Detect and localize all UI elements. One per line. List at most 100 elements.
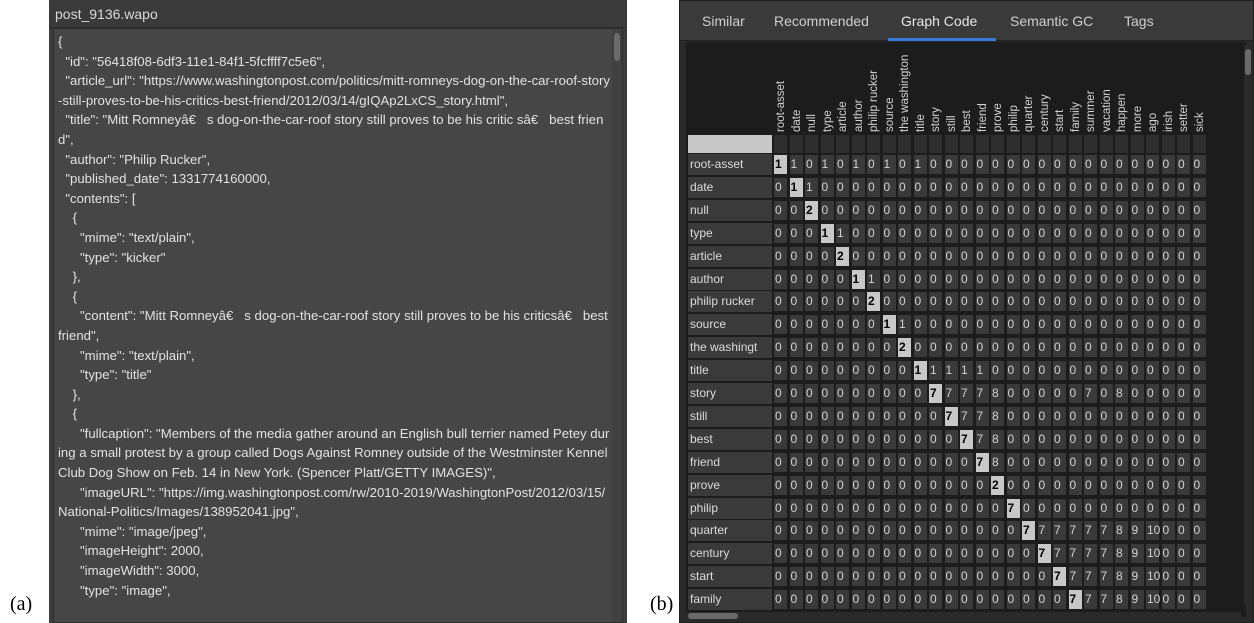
matrix-cell[interactable]: 0 [805,406,818,426]
matrix-cell[interactable]: 0 [975,155,989,174]
matrix-cell[interactable]: 0 [774,567,787,587]
matrix-cell[interactable]: 0 [960,452,973,472]
matrix-cell[interactable]: 0 [960,177,973,197]
matrix-cell[interactable]: 7 [960,384,973,403]
matrix-cell[interactable]: 0 [1022,200,1035,220]
matrix-cell[interactable]: 0 [1006,315,1020,335]
matrix-cell[interactable]: 0 [820,498,834,518]
matrix-cell[interactable]: 0 [944,590,958,610]
matrix-cell[interactable]: 0 [898,269,911,289]
matrix-cell[interactable]: 0 [975,475,989,495]
tab-graph-code[interactable]: Graph Code [901,1,977,41]
matrix-cell[interactable]: 0 [898,498,911,518]
matrix-cell[interactable]: 7 [944,406,958,426]
matrix-cell[interactable]: 0 [882,177,896,197]
matrix-cell[interactable]: 0 [991,544,1004,564]
matrix-cell[interactable]: 0 [898,292,911,312]
matrix-cell[interactable]: 0 [1192,590,1206,610]
matrix-cell[interactable]: 7 [975,406,989,426]
matrix-cell[interactable]: 0 [1130,246,1144,266]
matrix-cell[interactable]: 0 [789,567,803,587]
matrix-horizontal-scrollbar-thumb[interactable] [688,613,738,619]
matrix-cell[interactable]: 0 [1161,475,1175,495]
matrix-cell[interactable]: 0 [882,338,896,358]
matrix-cell[interactable]: 0 [991,498,1004,518]
matrix-cell[interactable]: 0 [789,452,803,472]
matrix-cell[interactable]: 7 [1022,521,1035,541]
matrix-cell[interactable]: 0 [1006,475,1020,495]
matrix-cell[interactable]: 0 [1084,200,1097,220]
matrix-cell[interactable]: 0 [991,521,1004,541]
matrix-cell[interactable]: 0 [1146,200,1159,220]
matrix-cell[interactable]: 0 [1006,338,1020,358]
matrix-cell[interactable]: 0 [1146,177,1159,197]
row-label[interactable]: start [688,566,772,588]
matrix-cell[interactable]: 8 [1115,521,1128,541]
matrix-cell[interactable]: 0 [1084,246,1097,266]
matrix-cell[interactable]: 0 [1053,429,1066,449]
matrix-cell[interactable]: 0 [1022,590,1035,610]
matrix-cell[interactable]: 0 [975,315,989,335]
matrix-cell[interactable]: 0 [913,452,927,472]
matrix-cell[interactable]: 0 [882,246,896,266]
matrix-cell[interactable]: 0 [1006,590,1020,610]
matrix-cell[interactable]: 0 [913,246,927,266]
matrix-cell[interactable]: 0 [1177,590,1190,610]
matrix-cell[interactable]: 0 [1099,223,1113,243]
matrix-cell[interactable]: 0 [789,246,803,266]
matrix-cell[interactable]: 0 [836,590,849,610]
matrix-cell[interactable]: 0 [1099,429,1113,449]
matrix-cell[interactable]: 0 [851,384,865,403]
matrix-cell[interactable]: 0 [929,521,942,541]
matrix-cell[interactable]: 0 [1037,177,1051,197]
matrix-cell[interactable]: 0 [1115,338,1128,358]
matrix-cell[interactable]: 0 [898,246,911,266]
matrix-cell[interactable]: 0 [1068,315,1082,335]
matrix-cell[interactable]: 0 [867,521,880,541]
matrix-cell[interactable]: 7 [1068,544,1082,564]
json-content[interactable]: { "id": "56418f08-6df3-11e1-84f1-5fcffff… [58,32,610,600]
matrix-vertical-scrollbar-thumb[interactable] [1245,49,1251,75]
matrix-cell[interactable]: 0 [1130,177,1144,197]
matrix-cell[interactable]: 1 [913,361,927,381]
matrix-cell[interactable]: 0 [1022,498,1035,518]
matrix-cell[interactable]: 0 [789,384,803,403]
matrix-cell[interactable]: 0 [1192,155,1206,174]
matrix-cell[interactable]: 0 [867,406,880,426]
matrix-cell[interactable]: 0 [1192,338,1206,358]
matrix-cell[interactable]: 0 [944,269,958,289]
matrix-cell[interactable]: 0 [929,590,942,610]
matrix-cell[interactable]: 0 [944,315,958,335]
matrix-cell[interactable]: 0 [898,567,911,587]
matrix-cell[interactable]: 0 [1192,292,1206,312]
matrix-cell[interactable]: 0 [1099,406,1113,426]
matrix-cell[interactable]: 1 [789,155,803,174]
matrix-cell[interactable]: 0 [1068,292,1082,312]
matrix-cell[interactable]: 7 [960,406,973,426]
matrix-cell[interactable]: 0 [1037,223,1051,243]
matrix-cell[interactable]: 0 [805,544,818,564]
matrix-cell[interactable]: 0 [1022,338,1035,358]
matrix-cell[interactable]: 0 [1053,246,1066,266]
matrix-cell[interactable]: 0 [867,315,880,335]
matrix-cell[interactable]: 0 [913,292,927,312]
row-label[interactable]: family [688,589,772,611]
matrix-cell[interactable]: 0 [1161,315,1175,335]
matrix-cell[interactable]: 0 [836,200,849,220]
matrix-cell[interactable]: 0 [991,567,1004,587]
matrix-cell[interactable]: 0 [805,452,818,472]
matrix-cell[interactable]: 7 [1037,521,1051,541]
matrix-cell[interactable]: 0 [1177,155,1190,174]
json-scrollbar-thumb[interactable] [614,33,620,61]
matrix-cell[interactable]: 0 [1006,223,1020,243]
matrix-cell[interactable]: 0 [774,384,787,403]
matrix-cell[interactable]: 0 [820,315,834,335]
matrix-cell[interactable]: 0 [1037,315,1051,335]
matrix-cell[interactable]: 0 [1022,429,1035,449]
matrix-cell[interactable]: 0 [882,223,896,243]
matrix-cell[interactable]: 0 [1146,384,1159,403]
matrix-cell[interactable]: 0 [929,292,942,312]
matrix-cell[interactable]: 0 [929,155,942,174]
matrix-cell[interactable]: 0 [1177,177,1190,197]
matrix-cell[interactable]: 0 [1053,361,1066,381]
